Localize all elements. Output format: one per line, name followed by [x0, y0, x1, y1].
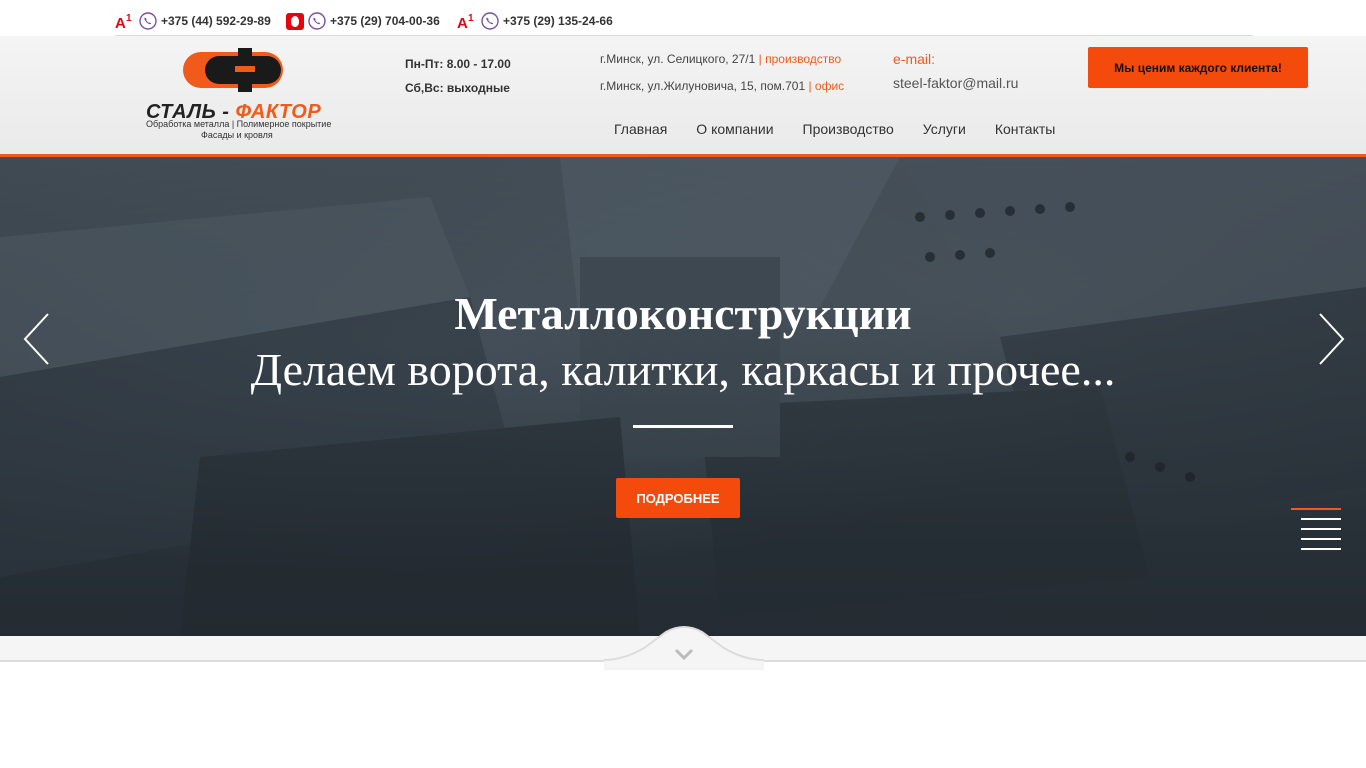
slide-indicator[interactable] [1301, 538, 1341, 540]
phone-number: +375 (44) 592-29-89 [161, 14, 271, 28]
slider-pagination [1291, 508, 1341, 553]
cta-button[interactable]: Мы ценим каждого клиента! [1088, 47, 1308, 88]
scroll-down-tab[interactable] [604, 624, 764, 670]
hero-slider: Металлоконструкции Делаем ворота, калитк… [0, 157, 1366, 636]
viber-icon [481, 12, 499, 30]
hero-divider [633, 425, 733, 428]
viber-icon [308, 12, 326, 30]
logo-mark-icon [183, 48, 283, 92]
address-office: г.Минск, ул.Жилуновича, 15, пом.701 | оф… [600, 79, 845, 93]
chevron-left-icon [23, 313, 49, 365]
hero-subtitle: Делаем ворота, калитки, каркасы и прочее… [250, 344, 1116, 395]
address-production: г.Минск, ул. Селицкого, 27/1 | производс… [600, 52, 842, 66]
nav-item-production[interactable]: Производство [803, 121, 894, 137]
viber-icon [139, 12, 157, 30]
slide-indicator[interactable] [1301, 518, 1341, 520]
phone-item[interactable]: +375 (29) 704-00-36 [286, 10, 440, 32]
slider-next-button[interactable] [1316, 312, 1346, 366]
top-contact-bar: A1 +375 (44) 592-29-89 +375 (29) 704-00-… [0, 0, 1366, 36]
email-link[interactable]: steel-faktor@mail.ru [893, 75, 1018, 91]
logo-tagline: Обработка металла | Полимерное покрытие [146, 119, 332, 129]
nav-item-services[interactable]: Услуги [923, 121, 966, 137]
working-hours: Пн-Пт: 8.00 - 17.00 Сб,Вс: выходные [405, 52, 511, 100]
main-nav: Главная О компании Производство Услуги К… [614, 121, 1055, 137]
hero-background-image [0, 157, 1366, 636]
svg-text:1: 1 [468, 13, 474, 24]
phone-item[interactable]: A1 +375 (44) 592-29-89 [115, 10, 271, 32]
logo-tagline-2: Фасады и кровля [201, 130, 273, 140]
slider-prev-button[interactable] [22, 312, 52, 366]
more-button[interactable]: ПОДРОБНЕЕ [616, 478, 740, 518]
mts-logo-icon [286, 12, 304, 30]
phone-number: +375 (29) 135-24-66 [503, 14, 613, 28]
phone-item[interactable]: A1 +375 (29) 135-24-66 [457, 10, 613, 32]
nav-item-home[interactable]: Главная [614, 121, 667, 137]
email-label: e-mail: [893, 51, 936, 67]
hours-weekdays: Пн-Пт: 8.00 - 17.00 [405, 57, 511, 71]
svg-text:1: 1 [126, 13, 132, 24]
hours-weekend: Сб,Вс: выходные [405, 81, 510, 95]
svg-text:A: A [115, 15, 126, 30]
a1-logo-icon: A1 [457, 12, 477, 30]
hero-title: Металлоконструкции [454, 288, 912, 339]
slide-indicator[interactable] [1291, 508, 1341, 510]
slide-indicator[interactable] [1301, 528, 1341, 530]
phone-number: +375 (29) 704-00-36 [330, 14, 440, 28]
nav-item-about[interactable]: О компании [696, 121, 773, 137]
chevron-right-icon [1319, 313, 1345, 365]
a1-logo-icon: A1 [115, 12, 135, 30]
nav-item-contacts[interactable]: Контакты [995, 121, 1055, 137]
svg-text:A: A [457, 15, 468, 30]
slide-indicator[interactable] [1301, 548, 1341, 550]
